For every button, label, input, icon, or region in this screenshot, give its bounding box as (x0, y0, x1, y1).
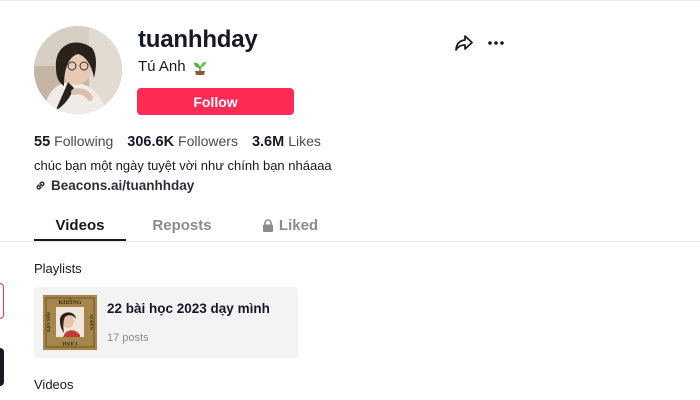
sidebar-edge-button[interactable] (0, 283, 4, 319)
avatar[interactable] (34, 26, 122, 114)
stat-followers-number: 306.6K (127, 134, 175, 150)
stat-likes-number: 3.6M (251, 134, 285, 150)
more-horizontal-icon[interactable] (486, 33, 506, 53)
nickname: Tú Anh (138, 58, 208, 75)
tab-liked-label: Liked (278, 217, 319, 234)
nickname-text: Tú Anh (138, 58, 186, 75)
stat-following[interactable]: 55 Following (34, 133, 113, 150)
playlist-thumbnail: KHÔNG AI ĐẾN CẠNH BẠN MÃI (43, 295, 97, 350)
playlist-name: 22 bài học 2023 dạy mình (107, 301, 270, 316)
playlist-cover-text-bottom: CẠNH (63, 340, 78, 345)
follow-button[interactable]: Follow (137, 88, 294, 115)
profile-link-text: Beacons.ai/tuanhhday (51, 178, 195, 193)
sprout-icon (193, 61, 206, 75)
stat-following-label: Following (54, 133, 114, 149)
top-border (0, 0, 700, 1)
playlists-title: Playlists (34, 261, 82, 276)
playlist-cover-text-left: BẠN MÃI (46, 312, 51, 332)
stat-followers[interactable]: 306.6K Followers (127, 133, 238, 150)
stat-likes-label: Likes (288, 133, 321, 149)
profile-tabs: Videos Reposts Liked (34, 210, 342, 241)
tabs-divider (0, 241, 700, 242)
playlist-cover-text-top: KHÔNG (58, 298, 81, 306)
playlist-card[interactable]: KHÔNG AI ĐẾN CẠNH BẠN MÃI 22 bài học 202… (34, 287, 298, 358)
avatar-photo (34, 26, 122, 114)
link-icon (36, 181, 45, 190)
stat-followers-label: Followers (178, 133, 238, 149)
sidebar-edge-dark-button[interactable] (0, 348, 4, 386)
tab-reposts[interactable]: Reposts (126, 210, 238, 241)
playlist-cover-image: KHÔNG AI ĐẾN CẠNH BẠN MÃI (43, 295, 97, 350)
share-arrow-icon[interactable] (454, 33, 474, 53)
tab-liked[interactable]: Liked (238, 210, 342, 241)
active-tab-indicator (34, 239, 126, 241)
tab-videos[interactable]: Videos (34, 210, 126, 241)
username: tuanhhday (138, 26, 258, 53)
playlist-post-count: 17 posts (107, 332, 149, 344)
profile-link[interactable]: Beacons.ai/tuanhhday (34, 178, 194, 193)
stat-following-number: 55 (34, 134, 51, 150)
stat-likes: 3.6M Likes (252, 133, 321, 150)
lock-icon (262, 219, 273, 232)
profile-stats: 55 Following 306.6K Followers 3.6M Likes (34, 133, 335, 150)
profile-bio: chúc bạn một ngày tuyệt vời như chính bạ… (34, 158, 332, 173)
playlist-cover-text-right: AI ĐẾN (89, 314, 94, 330)
videos-section-title: Videos (34, 377, 74, 392)
